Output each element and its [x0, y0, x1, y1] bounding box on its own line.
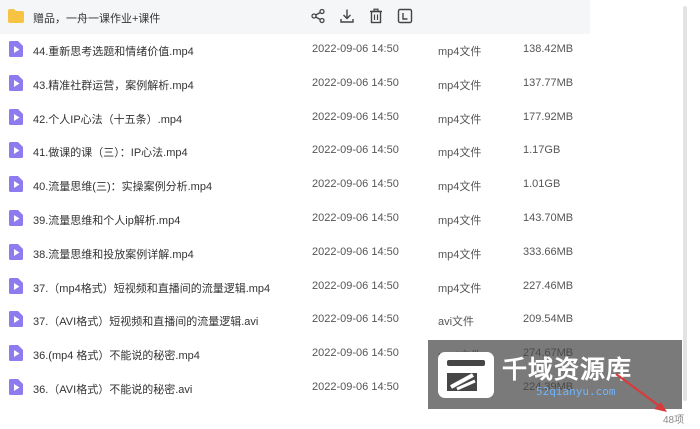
file-date: 2022-09-06 14:50 [312, 76, 399, 89]
file-size: 209.54MB [523, 313, 574, 326]
file-size: 1.17GB [523, 144, 561, 157]
file-date: 2022-09-06 14:50 [312, 212, 399, 224]
video-file-icon [9, 108, 23, 125]
file-row[interactable]: 44.重新思考选题和情绪价值.mp4 2022-09-06 14:50 mp4文件 1… [0, 33, 590, 67]
file-type: mp4文件 [438, 282, 482, 295]
file-name: 40.流量思维(三)：实操案例分析.mp4 [33, 181, 213, 194]
file-size: 333.66MB [523, 245, 574, 258]
file-name: 38.流量思维和投放案例详解.mp4 [33, 248, 194, 261]
folder-name: 赠品，一舟一课作业+课件 [33, 13, 161, 25]
video-file-icon [9, 311, 23, 328]
video-file-icon [9, 277, 23, 294]
file-row[interactable]: 41.做课的课（三）：IP心法.mp4 2022-09-06 14:50 mp4文件… [0, 134, 590, 168]
file-name: 36.（AVI格式）不能说的秘密.avi [33, 384, 193, 396]
watermark-url: 52qianyu.com [536, 385, 616, 398]
delete-icon[interactable] [368, 8, 384, 24]
file-size: 1.01GB [523, 178, 561, 191]
video-file-icon [9, 142, 23, 159]
file-date: 2022-09-06 14:50 [312, 381, 399, 393]
folder-row[interactable]: 赠品，一舟一课作业+课件 [0, 0, 590, 34]
share-icon[interactable] [310, 8, 326, 24]
file-row[interactable]: 37.（mp4格式）短视频和直播间的流量逻辑.mp4 2022-09-06 14:… [0, 270, 590, 304]
video-file-icon [9, 41, 23, 57]
file-date: 2022-09-06 14:50 [312, 347, 399, 360]
file-type: mp4文件 [438, 215, 482, 227]
video-file-icon [9, 176, 23, 193]
video-file-icon [9, 74, 23, 91]
rename-icon[interactable] [397, 8, 413, 24]
file-name: 42.个人IP心法（十五条）.mp4 [33, 113, 183, 126]
file-type: mp4文件 [438, 147, 482, 160]
file-type: mp4文件 [438, 79, 482, 92]
file-row[interactable]: 40.流量思维(三)：实操案例分析.mp4 2022-09-06 14:50 mp4… [0, 168, 590, 202]
file-row[interactable]: 42.个人IP心法（十五条）.mp4 2022-09-06 14:50 mp4文件 1… [0, 101, 590, 135]
file-date: 2022-09-06 14:50 [312, 144, 399, 157]
file-name: 39.流量思维和个人ip解析.mp4 [33, 215, 181, 227]
file-size: 227.46MB [523, 279, 574, 292]
file-type: mp4文件 [438, 46, 482, 58]
video-file-icon [9, 345, 23, 362]
scrollbar-thumb[interactable] [683, 6, 687, 401]
file-name: 44.重新思考选题和情绪价值.mp4 [33, 46, 194, 58]
video-file-icon [9, 210, 23, 226]
file-date: 2022-09-06 14:50 [312, 110, 399, 123]
file-row[interactable]: 37.（AVI格式）短视频和直播间的流量逻辑.avi 2022-09-06 14:… [0, 303, 590, 337]
file-size: 138.42MB [523, 43, 574, 55]
file-date: 2022-09-06 14:50 [312, 178, 399, 191]
file-row[interactable]: 38.流量思维和投放案例详解.mp4 2022-09-06 14:50 mp4文件 3… [0, 236, 590, 270]
file-type: mp4文件 [438, 113, 482, 126]
file-row[interactable]: 43.精准社群运营，案例解析.mp4 2022-09-06 14:50 mp4文件 1… [0, 67, 590, 101]
file-name: 41.做课的课（三）：IP心法.mp4 [33, 147, 188, 160]
file-row[interactable]: 39.流量思维和个人ip解析.mp4 2022-09-06 14:50 mp4文件 1… [0, 202, 590, 236]
vertical-scrollbar[interactable] [683, 0, 700, 401]
file-date: 2022-09-06 14:50 [312, 43, 399, 55]
file-name: 37.（mp4格式）短视频和直播间的流量逻辑.mp4 [33, 282, 271, 295]
download-icon[interactable] [339, 8, 355, 24]
file-date: 2022-09-06 14:50 [312, 313, 399, 326]
file-date: 2022-09-06 14:50 [312, 279, 399, 292]
file-name: 43.精准社群运营，案例解析.mp4 [33, 79, 194, 92]
watermark-logo-icon [438, 352, 494, 398]
file-size: 177.92MB [523, 110, 574, 123]
file-name: 37.（AVI格式）短视频和直播间的流量逻辑.avi [33, 316, 259, 329]
file-size: 143.70MB [523, 212, 574, 224]
file-type: mp4文件 [438, 181, 482, 194]
video-file-icon [9, 243, 23, 260]
file-date: 2022-09-06 14:50 [312, 245, 399, 258]
file-type: avi文件 [438, 316, 475, 329]
file-size: 137.77MB [523, 76, 574, 89]
red-arrow-icon [615, 373, 667, 412]
folder-icon [8, 9, 24, 23]
file-name: 36.(mp4 格式）不能说的秘密.mp4 [33, 350, 200, 363]
video-file-icon [9, 379, 23, 395]
file-type: mp4文件 [438, 248, 482, 261]
